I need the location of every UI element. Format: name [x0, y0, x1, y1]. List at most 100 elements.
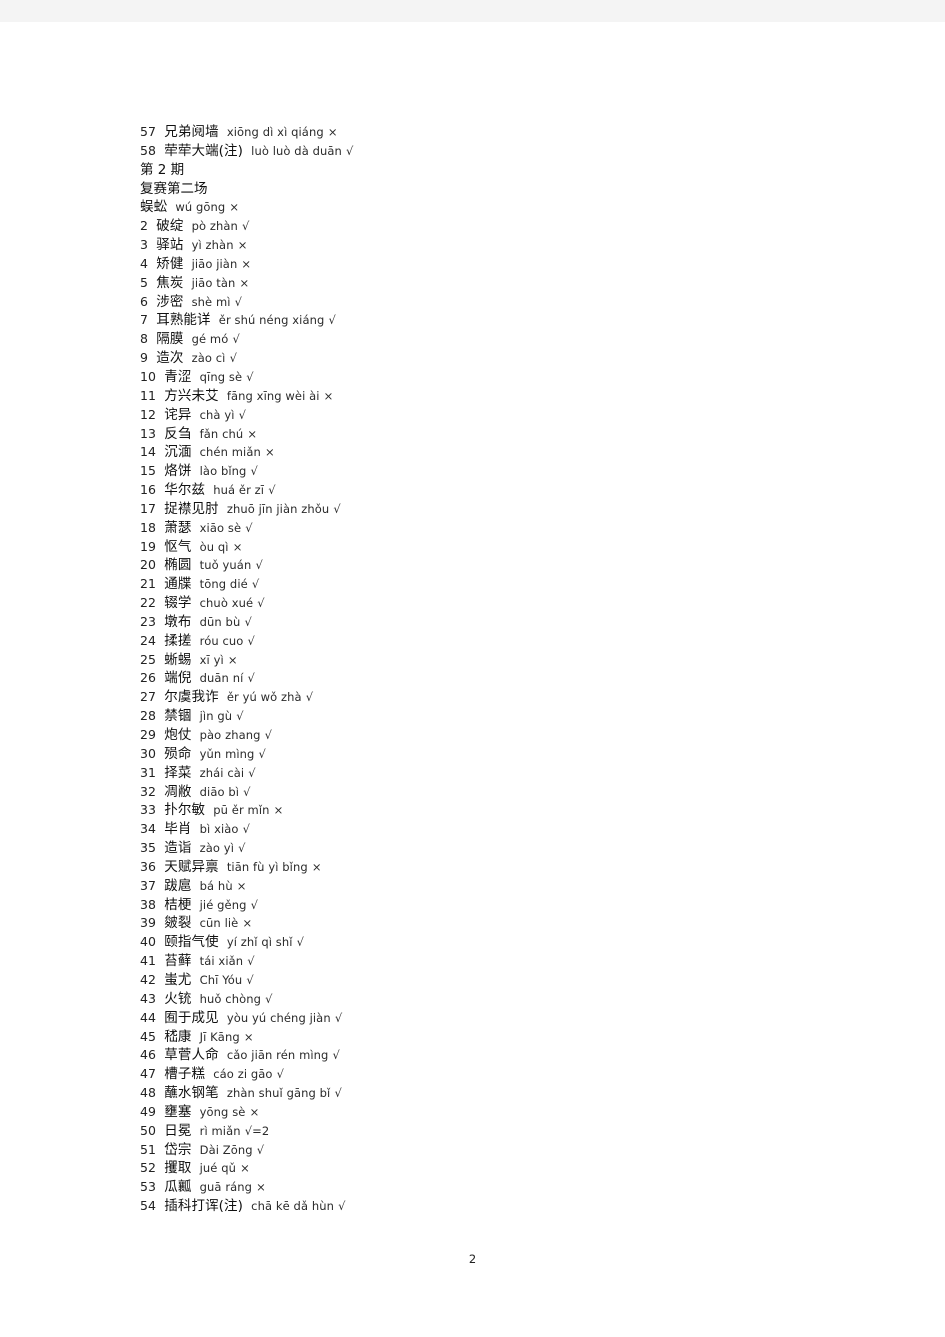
entry-word: 瓜瓤 [164, 1179, 192, 1196]
word-entry-line: 51 岱宗 Dài Zōng √ [140, 1141, 840, 1160]
word-entry-line: 35 造诣 zào yì √ [140, 839, 840, 858]
entry-mark: √ [334, 1086, 342, 1101]
entry-mark: √ [268, 483, 276, 498]
entry-word: 兄弟阋墙 [164, 124, 219, 140]
entry-mark: √ [333, 501, 341, 516]
word-entry-line: 9 造次 zào cì √ [140, 349, 840, 368]
entry-number: 35 [140, 840, 157, 856]
word-entry-line: 8 隔膜 gé mó √ [140, 330, 840, 349]
word-entry-line: 18 萧瑟 xiāo sè √ [140, 519, 840, 538]
entry-pinyin: jiāo jiàn [191, 256, 238, 271]
entry-pinyin: cūn liè [199, 916, 239, 931]
word-entry-line: 33 扑尔敏 pū ěr mǐn × [140, 801, 840, 820]
entry-pinyin: rì miǎn [199, 1123, 241, 1138]
entry-word: 造诣 [164, 840, 192, 857]
word-entry-line: 2 破绽 pò zhàn √ [140, 217, 840, 236]
entry-pinyin: jué qǔ [199, 1161, 237, 1176]
entry-pinyin: yǔn mìng [199, 746, 255, 761]
entry-word: 殒命 [164, 745, 192, 762]
entry-word: 日冕 [164, 1122, 192, 1139]
word-entry-line: 37 跋扈 bá hù × [140, 877, 840, 896]
entry-mark: × [242, 916, 253, 931]
entry-number: 12 [140, 406, 157, 422]
word-entry-line: 50 日冕 rì miǎn √=2 [140, 1122, 840, 1141]
entry-mark: √ [256, 1142, 265, 1157]
entry-number: 20 [140, 557, 157, 573]
entry-number: 16 [140, 482, 157, 498]
word-entry-line: 54 插科打诨(注) chā kē dǎ hùn √ [140, 1197, 840, 1216]
entry-pinyin: xiōng dì xì qiáng [226, 125, 324, 139]
entry-mark: √ [238, 841, 246, 856]
entry-pinyin: diāo bì [199, 784, 240, 799]
word-entry-line: 26 端倪 duān ní √ [140, 669, 840, 688]
entry-mark: × [256, 1180, 266, 1195]
entry-number: 2 [140, 218, 149, 234]
entry-number: 29 [140, 727, 157, 742]
entry-mark: √ [234, 294, 243, 309]
entry-word: 怄气 [164, 538, 192, 555]
entry-pinyin: zhái cài [199, 765, 245, 780]
entry-pinyin: òu qì [199, 539, 229, 554]
word-entry-line: 38 桔梗 jié gěng √ [140, 896, 840, 915]
entry-word: 造次 [156, 350, 184, 367]
entry-number: 19 [140, 538, 157, 554]
entry-word: 矫健 [156, 255, 184, 272]
entry-number: 3 [140, 237, 149, 253]
entry-mark: × [236, 878, 247, 893]
word-entry-line: 13 反刍 fǎn chú × [140, 425, 840, 444]
entry-pinyin: jiāo tàn [191, 275, 236, 290]
entry-word: 槽子糕 [164, 1066, 206, 1083]
entry-pinyin: ěr shú néng xiáng [218, 313, 325, 328]
entry-number: 48 [140, 1085, 157, 1101]
entry-pinyin: guā ráng [199, 1180, 253, 1195]
entry-mark: × [232, 539, 243, 554]
entry-pinyin: ěr yú wǒ zhà [226, 690, 302, 705]
entry-pinyin: Dài Zōng [199, 1142, 253, 1157]
entry-mark: √ [265, 991, 273, 1006]
entry-mark: √ [296, 935, 305, 950]
entry-word: 涉密 [156, 293, 184, 310]
entry-word: 天赋异禀 [164, 858, 219, 875]
entry-pinyin: cáo zi gāo [213, 1067, 273, 1082]
word-entry-line: 58 荦荦大端(注) luò luò dà duān √ [140, 142, 840, 161]
entry-pinyin: Chī Yóu [199, 972, 243, 987]
entry-number: 37 [140, 877, 157, 893]
entry-mark: × [264, 445, 275, 460]
word-entry-line: 30 殒命 yǔn mìng √ [140, 745, 840, 764]
entry-number: 26 [140, 670, 157, 686]
page-top-band [0, 0, 945, 22]
entry-number: 11 [140, 387, 157, 403]
entry-number: 17 [140, 500, 157, 516]
word-entry-line: 28 禁锢 jìn gù √ [140, 707, 840, 726]
entry-pinyin: yōng sè [199, 1104, 246, 1119]
entry-mark: × [247, 426, 258, 441]
entry-word: 扑尔敏 [164, 802, 206, 819]
entry-pinyin: chà yì [199, 407, 235, 422]
entry-number: 22 [140, 595, 157, 611]
word-entry-line: 44 囿于成见 yòu yú chéng jiàn √ [140, 1009, 840, 1028]
entry-word: 隔膜 [156, 331, 184, 348]
entry-mark: √ [332, 1048, 340, 1063]
word-entry-line: 12 诧异 chà yì √ [140, 406, 840, 425]
entry-word: 嵇康 [164, 1028, 192, 1045]
entry-pinyin: huǒ chòng [199, 991, 262, 1006]
word-entry-line: 16 华尔兹 huá ěr zī √ [140, 481, 840, 500]
page-left-gutter [0, 22, 22, 1337]
entry-mark: √ [247, 671, 255, 686]
entry-mark: √ [246, 972, 254, 987]
entry-word: 攫取 [164, 1160, 192, 1177]
entry-word: 草菅人命 [164, 1047, 219, 1064]
entry-word: 皴裂 [164, 915, 192, 932]
entry-word: 择菜 [164, 764, 192, 781]
entry-mark: √ [247, 954, 255, 969]
entry-word: 华尔兹 [164, 482, 206, 499]
entry-pinyin: yì zhàn [191, 238, 234, 253]
entry-number: 28 [140, 708, 157, 724]
entry-pinyin: xiāo sè [199, 520, 242, 535]
entry-word: 凋敝 [164, 783, 192, 800]
entry-pinyin: gé mó [191, 332, 229, 347]
entry-word: 插科打诨(注) [164, 1198, 243, 1215]
entry-mark: √ [245, 520, 253, 535]
entry-mark: √ [229, 351, 237, 366]
word-entry-line: 5 焦炭 jiāo tàn × [140, 274, 840, 293]
